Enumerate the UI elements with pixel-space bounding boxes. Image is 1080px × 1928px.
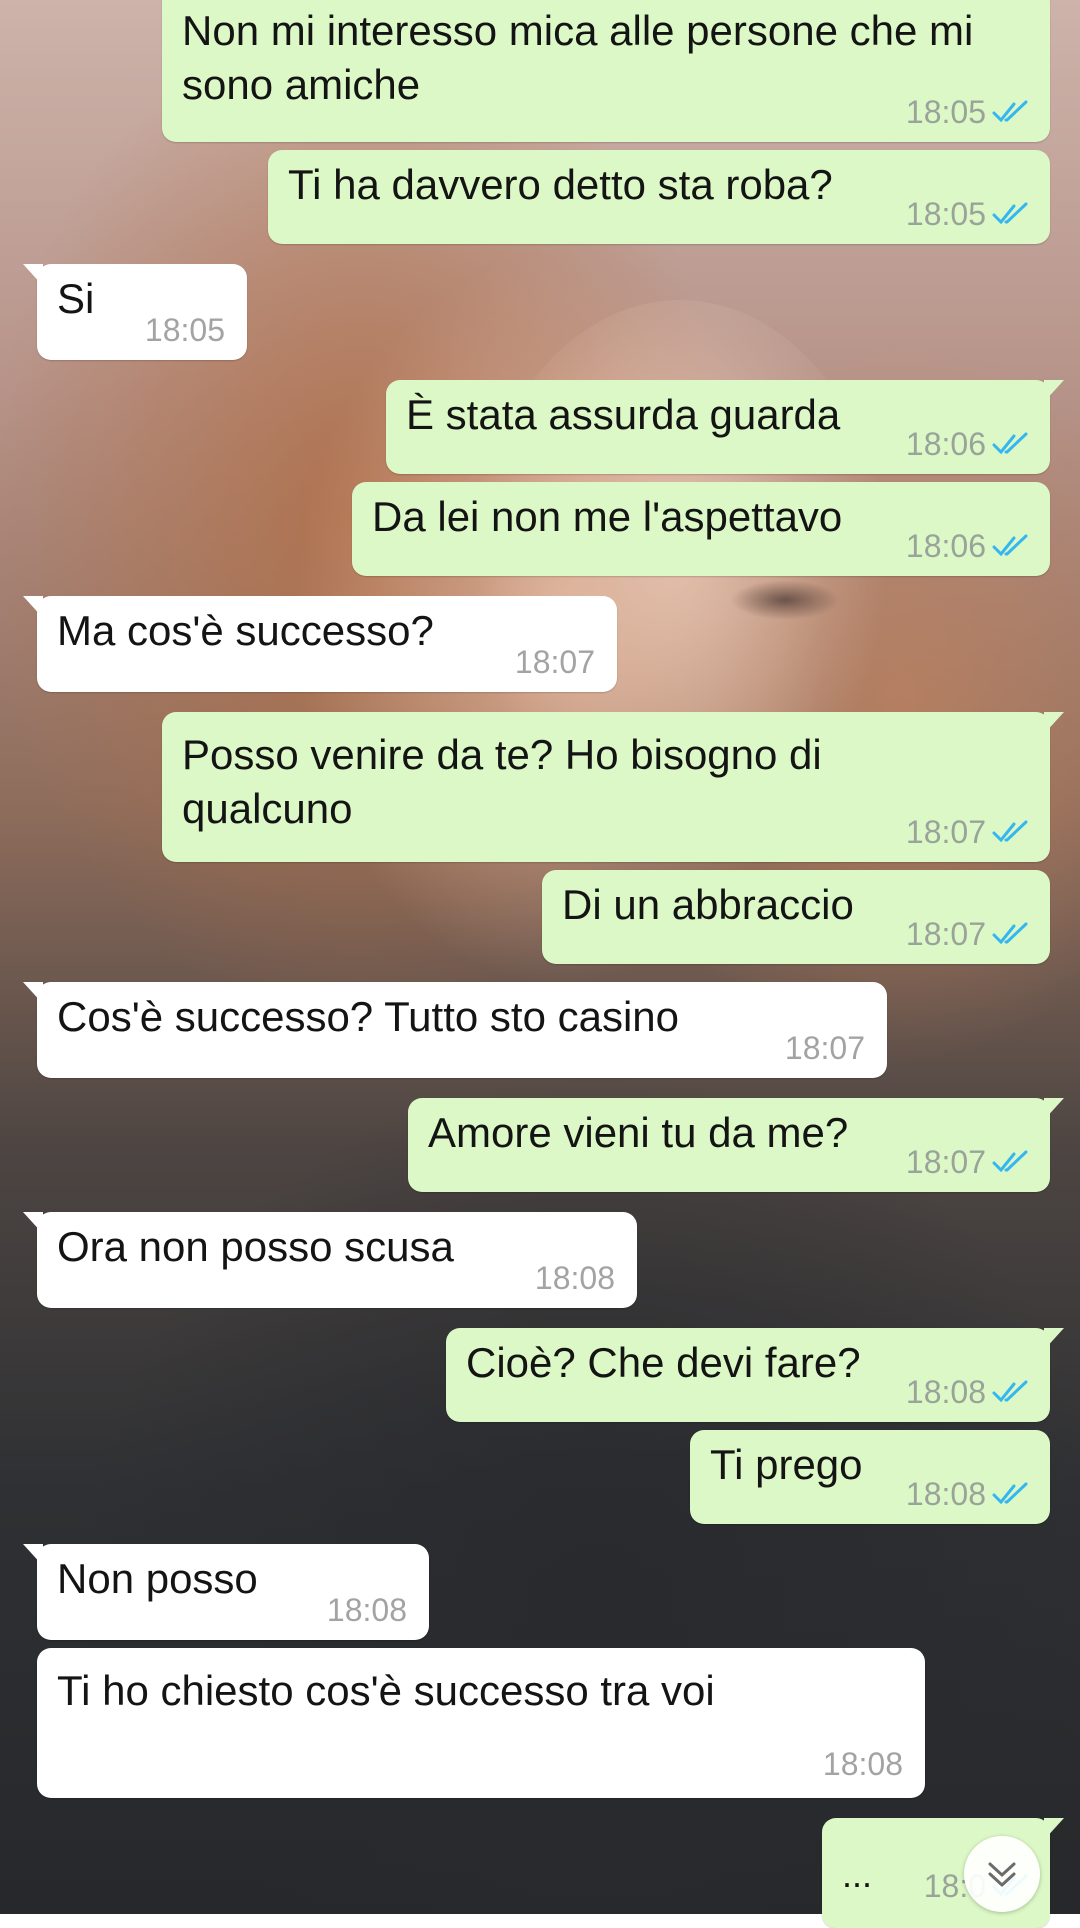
message-time: 18:05 <box>905 196 986 232</box>
message-time: 18:05 <box>144 312 225 348</box>
message-meta: 18:08 <box>327 1592 407 1628</box>
message-text: Non mi interesso mica alle persone che m… <box>182 7 974 108</box>
message-time: 18:08 <box>905 1476 986 1512</box>
message-text: Cos'è successo? Tutto sto casino <box>57 993 680 1040</box>
double-check-icon <box>992 922 1028 945</box>
outgoing-message[interactable]: Posso venire da te? Ho bisogno di qualcu… <box>162 712 1064 862</box>
message-meta: 18:08 <box>823 1746 903 1782</box>
message-meta: 18:05 <box>906 196 1032 232</box>
message-text: Ti ho chiesto cos'è successo tra voi <box>57 1667 715 1714</box>
message-text: Ora non posso scusa <box>57 1223 454 1270</box>
incoming-message[interactable]: Cos'è successo? Tutto sto casino 18:07 <box>23 982 887 1078</box>
message-meta: 18:07 <box>785 1030 865 1066</box>
message-meta: 18:08 <box>535 1260 615 1296</box>
double-check-icon <box>992 432 1028 455</box>
outgoing-message[interactable]: Ti ha davvero detto sta roba? 18:05 <box>268 150 1050 244</box>
double-check-icon <box>992 202 1028 225</box>
message-meta: 18:05 <box>906 94 1032 130</box>
outgoing-message[interactable]: È stata assurda guarda 18:06 <box>386 380 1064 474</box>
double-check-icon <box>992 100 1028 123</box>
message-time: 18:06 <box>905 426 986 462</box>
outgoing-message[interactable]: Non mi interesso mica alle persone che m… <box>162 0 1050 142</box>
message-time: 18:08 <box>326 1592 407 1628</box>
incoming-message[interactable]: Ti ho chiesto cos'è successo tra voi 18:… <box>37 1648 925 1798</box>
double-check-icon <box>992 1482 1028 1505</box>
message-meta: 18:07 <box>906 916 1032 952</box>
double-check-icon <box>992 820 1028 843</box>
message-time: 18:07 <box>905 1144 986 1180</box>
message-time: 18:07 <box>905 916 986 952</box>
message-meta: 18:06 <box>906 426 1032 462</box>
scroll-to-bottom-button[interactable] <box>964 1836 1040 1912</box>
message-meta: 18:06 <box>906 528 1032 564</box>
message-time: 18:08 <box>905 1374 986 1410</box>
message-time: 18:05 <box>905 94 986 130</box>
double-check-icon <box>992 1150 1028 1173</box>
outgoing-message[interactable]: Amore vieni tu da me? 18:07 <box>408 1098 1064 1192</box>
incoming-message[interactable]: Ma cos'è successo? 18:07 <box>23 596 617 692</box>
wallpaper-detail <box>730 580 840 620</box>
outgoing-message[interactable]: Di un abbraccio 18:07 <box>542 870 1050 964</box>
outgoing-message[interactable]: Cioè? Che devi fare? 18:08 <box>446 1328 1064 1422</box>
message-time: 18:06 <box>905 528 986 564</box>
outgoing-message[interactable]: Da lei non me l'aspettavo 18:06 <box>352 482 1050 576</box>
message-meta: 18:07 <box>515 644 595 680</box>
message-meta: 18:07 <box>906 814 1032 850</box>
outgoing-message[interactable]: Ti prego 18:08 <box>690 1430 1050 1524</box>
message-time: 18:07 <box>514 644 595 680</box>
message-meta: 18:05 <box>145 312 225 348</box>
message-time: 18:08 <box>534 1260 615 1296</box>
double-check-icon <box>992 534 1028 557</box>
double-chevron-down-icon <box>988 1862 1016 1887</box>
double-check-icon <box>992 1380 1028 1403</box>
message-time: 18:07 <box>784 1030 865 1066</box>
incoming-message[interactable]: Non posso 18:08 <box>23 1544 429 1640</box>
message-meta: 18:08 <box>906 1374 1032 1410</box>
message-time: 18:08 <box>822 1746 903 1782</box>
message-time: 18:07 <box>905 814 986 850</box>
message-text: Posso venire da te? Ho bisogno di qualcu… <box>182 731 822 832</box>
message-meta: 18:08 <box>906 1476 1032 1512</box>
incoming-message[interactable]: Ora non posso scusa 18:08 <box>23 1212 637 1308</box>
incoming-message[interactable]: Si 18:05 <box>23 264 247 360</box>
message-meta: 18:07 <box>906 1144 1032 1180</box>
